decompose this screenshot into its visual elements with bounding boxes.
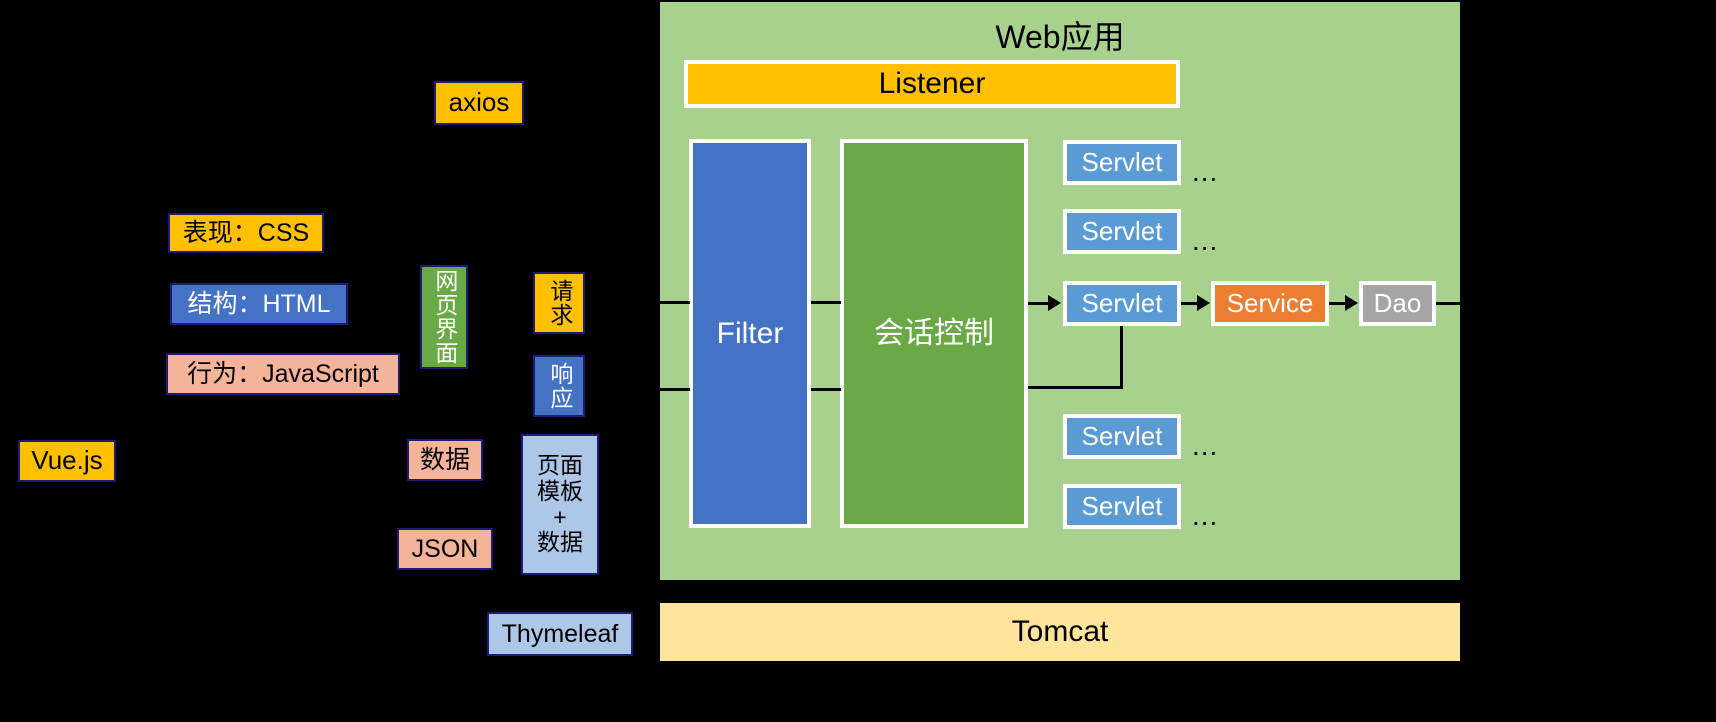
servlet-ellipsis-5: ...: [1192, 500, 1219, 531]
connector-filter-session-resp: [811, 388, 841, 391]
data-box[interactable]: 数据: [407, 439, 483, 481]
connector-servlet-return-vertical: [1120, 326, 1123, 388]
servlet-box-5[interactable]: Servlet: [1063, 484, 1181, 529]
structure-html-box[interactable]: 结构：HTML: [170, 283, 348, 325]
response-box[interactable]: 响应: [533, 355, 585, 417]
listener-box[interactable]: Listener: [684, 60, 1180, 108]
axios-box[interactable]: axios: [434, 81, 524, 125]
request-box[interactable]: 请求: [533, 272, 585, 334]
servlet-box-2[interactable]: Servlet: [1063, 209, 1181, 254]
filter-box[interactable]: Filter: [689, 139, 811, 528]
servlet-box-1[interactable]: Servlet: [1063, 140, 1181, 185]
arrowhead-servlet-service: [1197, 295, 1210, 311]
webapp-title: Web应用: [995, 19, 1125, 55]
behavior-javascript-box[interactable]: 行为：JavaScript: [166, 353, 400, 395]
servlet-box-3[interactable]: Servlet: [1063, 281, 1181, 326]
json-box[interactable]: JSON: [397, 528, 493, 570]
connector-request-in: [660, 301, 690, 304]
servlet-box-4[interactable]: Servlet: [1063, 414, 1181, 459]
arrowhead-session-servlet: [1048, 295, 1061, 311]
servlet-ellipsis-1: ...: [1192, 156, 1219, 187]
presentation-css-box[interactable]: 表现：CSS: [168, 213, 324, 253]
servlet-ellipsis-4: ...: [1192, 430, 1219, 461]
dao-box[interactable]: Dao: [1359, 281, 1436, 326]
connector-dao-out: [1436, 302, 1462, 305]
connector-filter-session-req: [811, 301, 841, 304]
web-page-ui-box[interactable]: 网页界面: [420, 265, 468, 369]
servlet-ellipsis-2: ...: [1192, 225, 1219, 256]
diagram-canvas: Web应用 Listener Filter 会话控制 Servlet ... S…: [0, 0, 1716, 722]
page-template-data-box[interactable]: 页面 模板 + 数据: [521, 434, 599, 575]
connector-response-out: [660, 388, 690, 391]
service-box[interactable]: Service: [1211, 281, 1329, 326]
session-control-box[interactable]: 会话控制: [840, 139, 1028, 528]
tomcat-box[interactable]: Tomcat: [660, 603, 1460, 661]
thymeleaf-box[interactable]: Thymeleaf: [487, 612, 633, 656]
vuejs-box[interactable]: Vue.js: [18, 440, 116, 482]
connector-servlet-return-horizontal: [1028, 386, 1123, 389]
arrowhead-service-dao: [1345, 295, 1358, 311]
